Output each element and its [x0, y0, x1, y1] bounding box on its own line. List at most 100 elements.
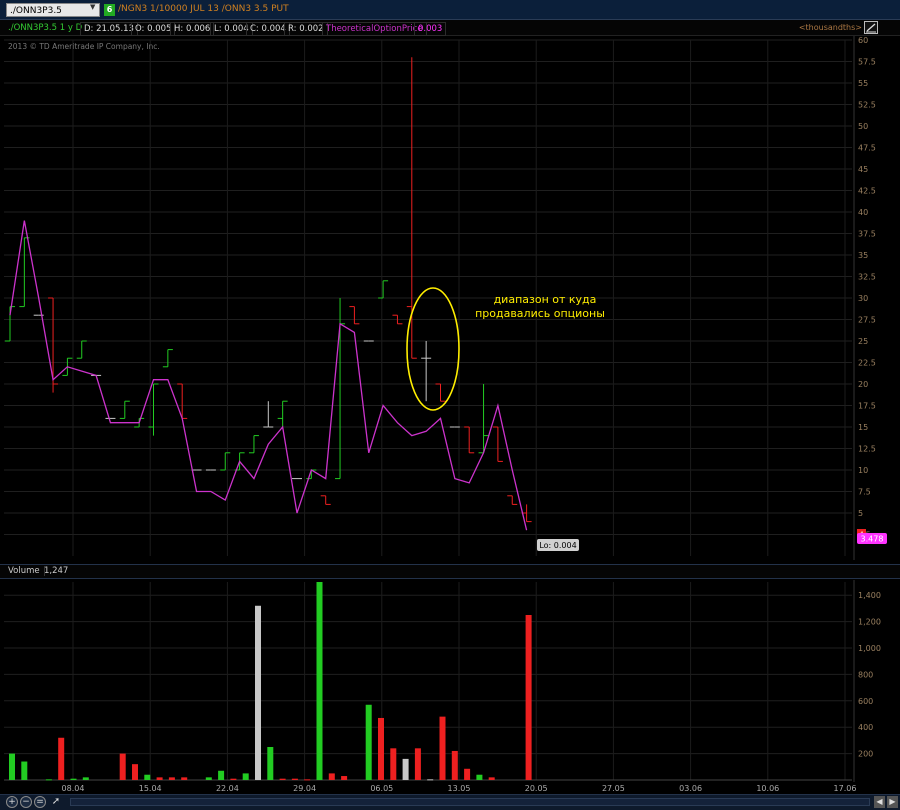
price-tick-label: 52.5	[858, 101, 876, 110]
price-tick-label: 15	[858, 423, 868, 432]
price-tick-label: 45	[858, 165, 868, 174]
zoom-out-icon[interactable]: −	[20, 796, 32, 808]
price-tick-label: 20	[858, 380, 868, 389]
volume-bar	[45, 779, 52, 781]
instrument-description: /NGN3 1/10000 JUL 13 /ONN3 3.5 PUT	[118, 4, 289, 14]
volume-tick-label: 200	[858, 750, 873, 759]
annotation-line1: диапазон от куда	[494, 293, 597, 306]
price-tick-label: 50	[858, 122, 868, 131]
bottom-toolbar: + − = ➚ ◀ ▶	[0, 794, 900, 810]
highlight-ellipse	[406, 287, 460, 411]
volume-bar	[451, 750, 458, 780]
ohlc-bar	[378, 280, 389, 299]
price-tick-label: 40	[858, 208, 868, 217]
price-tick-label: 35	[858, 251, 868, 260]
volume-bar	[304, 779, 311, 781]
scroll-left-icon[interactable]: ◀	[874, 796, 885, 808]
study-name[interactable]: TheoreticalOptionPrice	[322, 22, 427, 36]
volume-axis: 200 400 600 800 1,000 1,200 1,400	[853, 580, 881, 782]
price-units-label: <thousandths>	[798, 23, 862, 32]
volume-bar	[119, 753, 126, 780]
volume-bar	[279, 778, 286, 780]
volume-bar	[82, 777, 89, 780]
ohlc-bar	[76, 340, 87, 359]
volume-bar	[316, 582, 323, 780]
volume-bar	[21, 761, 28, 780]
symbol-input[interactable]: ./ONN3P3.5	[6, 3, 100, 17]
price-tick-label: 7.5	[858, 488, 871, 497]
volume-bar	[402, 758, 409, 780]
volume-bar	[230, 778, 237, 780]
zoom-fit-icon[interactable]: =	[34, 796, 46, 808]
volume-bar	[464, 768, 471, 780]
volume-tick-label: 800	[858, 670, 873, 679]
volume-tick-label: 1,000	[858, 644, 881, 653]
horizontal-scrollbar[interactable]	[70, 798, 870, 806]
price-tick-label: 57.5	[858, 58, 876, 67]
ohlc-bars	[5, 57, 532, 523]
price-tick-label: 47.5	[858, 144, 876, 153]
annotation-line2: продавались опционы	[475, 307, 605, 320]
volume-header: Volume 1,247	[0, 564, 900, 579]
price-tick-label: 22.5	[858, 359, 876, 368]
price-tick-label: 60	[858, 36, 868, 45]
volume-bar	[365, 704, 372, 780]
ohlc-bar	[220, 452, 231, 471]
volume-bar	[476, 774, 483, 780]
price-tick-label: 12.5	[858, 445, 876, 454]
price-tick-label: 25	[858, 337, 868, 346]
chevron-down-icon[interactable]: ▼	[90, 3, 95, 11]
date-tick-label: 08.04	[62, 784, 85, 793]
range-readout: R: 0.002	[284, 22, 328, 36]
date-tick-label: 13.05	[448, 784, 471, 793]
low-label: Lo: 0.004	[537, 539, 579, 551]
date-axis: 08.04 15.04 22.04 29.04 06.05 13.05 20.05 27.05…	[4, 779, 857, 793]
date-tick-label: 06.05	[370, 784, 393, 793]
date-tick-label: 29.04	[293, 784, 316, 793]
volume-tick-label: 600	[858, 697, 873, 706]
chart-info-bar: ./ONN3P3.5 1 y D D: 21.05.13 O: 0.005 H:…	[0, 20, 900, 36]
volume-tick-label: 1,400	[858, 591, 881, 600]
volume-bar	[218, 770, 225, 780]
ohlc-bar	[421, 341, 432, 402]
open-readout: O: 0.005	[131, 22, 176, 36]
price-tick-label: 5	[858, 509, 863, 518]
draw-tool-icon	[866, 23, 876, 33]
price-tick-label: 32.5	[858, 273, 876, 282]
ohlc-bar	[162, 349, 173, 368]
volume-bar	[427, 779, 434, 781]
symbol-period-label: ./ONN3P3.5 1 y D	[8, 23, 83, 33]
price-tick-label: 42.5	[858, 187, 876, 196]
chart-settings-button[interactable]	[864, 21, 878, 34]
price-tick-label: 30	[858, 294, 868, 303]
date-tick-label: 27.05	[602, 784, 625, 793]
volume-bar	[328, 773, 335, 780]
price-grid	[4, 39, 852, 556]
linked-window-badge[interactable]: 6	[104, 4, 115, 16]
volume-bar	[390, 748, 397, 780]
volume-bar	[70, 778, 77, 780]
volume-bar	[144, 774, 151, 780]
scroll-right-icon[interactable]: ▶	[887, 796, 898, 808]
volume-bar	[132, 764, 138, 780]
study-value: 0.003	[414, 22, 447, 36]
volume-bar	[439, 716, 446, 780]
volume-bar	[341, 776, 348, 780]
date-tick-label: 20.05	[525, 784, 548, 793]
volume-bars	[9, 582, 532, 781]
volume-bar	[525, 615, 532, 780]
ohlc-bar	[320, 495, 331, 505]
volume-label[interactable]: Volume	[8, 566, 45, 576]
volume-bar	[242, 773, 249, 780]
volume-tick-label: 1,200	[858, 618, 881, 627]
ohlc-bar	[492, 426, 503, 462]
zoom-in-icon[interactable]: +	[6, 796, 18, 808]
volume-bar	[414, 748, 421, 780]
ohlc-bar	[248, 435, 259, 454]
volume-bar	[181, 777, 188, 780]
volume-bar	[291, 778, 298, 780]
price-axis: 2.557.51012.51517.52022.52527.53032.5353…	[853, 36, 876, 560]
date-tick-label: 17.06	[834, 784, 857, 793]
volume-grid	[4, 582, 852, 780]
cursor-icon[interactable]: ➚	[50, 797, 62, 809]
